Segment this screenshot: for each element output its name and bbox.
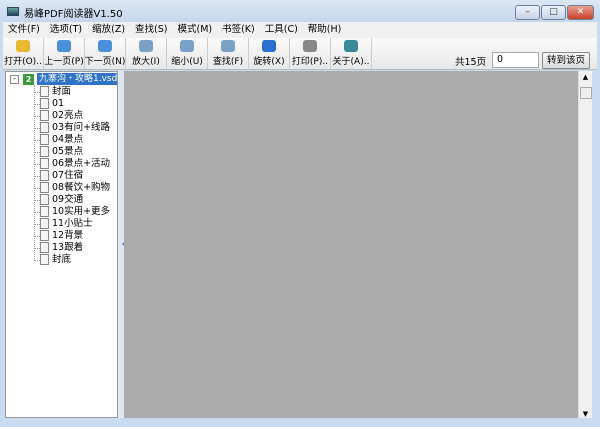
menu-item[interactable]: 缩放(Z) (87, 22, 130, 38)
scroll-thumb[interactable] (580, 87, 592, 99)
scroll-down-icon[interactable]: ▼ (579, 410, 592, 418)
page-icon (40, 134, 49, 145)
toolbar-label: 打开(O).. (4, 57, 42, 67)
page-icon (40, 194, 49, 205)
toolbar-label: 缩小(U) (171, 57, 203, 67)
page-icon (40, 170, 49, 181)
tree-item[interactable]: 08餐饮+购物 (52, 182, 110, 194)
toolbar-button[interactable]: 打印(P).. (290, 38, 331, 69)
menu-item[interactable]: 查找(S) (130, 22, 172, 38)
toolbar-button[interactable]: 查找(F) (208, 38, 249, 69)
arrow-right-icon (98, 40, 112, 52)
close-button[interactable]: ✕ (567, 5, 594, 20)
tree-item[interactable]: 04景点 (52, 134, 83, 146)
zoom-out-icon (180, 40, 194, 52)
scroll-up-icon[interactable]: ▲ (579, 71, 592, 83)
page-icon (40, 242, 49, 253)
document-view[interactable] (124, 71, 579, 418)
about-icon (344, 40, 358, 52)
tree-item[interactable]: 03有问+线路 (52, 122, 110, 134)
menu-item[interactable]: 模式(M) (172, 22, 217, 38)
toolbar-label: 上一页(P) (44, 57, 84, 67)
toolbar-label: 放大(I) (132, 57, 160, 67)
toolbar-label: 查找(F) (212, 57, 244, 67)
toolbar-button[interactable]: 打开(O).. (3, 38, 44, 69)
print-icon (303, 40, 317, 52)
tree-root[interactable]: 九寨沟・攻略1.vsd (37, 73, 117, 85)
window-title: 易峰PDF阅读器V1.50 (24, 9, 123, 20)
toolbar-button[interactable]: 缩小(U) (167, 38, 208, 69)
tree-item[interactable]: 06景点+活动 (52, 158, 110, 170)
toolbar-label: 关于(A).. (332, 57, 370, 67)
vertical-scrollbar[interactable]: ▲ ▼ (578, 71, 592, 418)
page-icon (40, 218, 49, 229)
tree-item[interactable]: 01 (52, 98, 64, 110)
toolbar-button[interactable]: 关于(A).. (331, 38, 372, 69)
page-icon (40, 110, 49, 121)
tree-item[interactable]: 09交通 (52, 194, 83, 206)
bookmark-tree[interactable]: - 2 九寨沟・攻略1.vsd 封面 01 02亮点 03有问+线路 04景点 05景点 0… (5, 71, 118, 418)
collapse-toggle[interactable]: - (10, 75, 19, 84)
go-to-page-button[interactable]: 转到该页 (542, 52, 590, 69)
page-icon (40, 230, 49, 241)
page-icon (40, 122, 49, 133)
page-icon (40, 146, 49, 157)
tree-item[interactable]: 02亮点 (52, 110, 83, 122)
tree-item[interactable]: 10实用+更多 (52, 206, 110, 218)
tree-item[interactable]: 封面 (52, 86, 71, 98)
menu-item[interactable]: 书签(K) (217, 22, 260, 38)
tree-item[interactable]: 05景点 (52, 146, 83, 158)
document-icon: 2 (23, 74, 34, 85)
page-icon (40, 86, 49, 97)
rotate-icon (262, 40, 276, 52)
toolbar-button[interactable]: 旋转(X) (249, 38, 290, 69)
tree-line (34, 85, 35, 261)
menu-bar: 文件(F) 选项(T) 缩放(Z) 查找(S) 模式(M) 书签(K) 工具(C) 帮助(H) (3, 22, 597, 38)
menu-item[interactable]: 文件(F) (3, 22, 45, 38)
open-folder-icon (16, 40, 30, 52)
menu-item[interactable]: 选项(T) (45, 22, 87, 38)
page-count: 共15页 (455, 57, 487, 68)
toolbar-label: 下一页(N) (84, 57, 126, 67)
page-icon (40, 158, 49, 169)
tree-item[interactable]: 07住宿 (52, 170, 83, 182)
page-icon (40, 98, 49, 109)
toolbar-button[interactable]: 下一页(N) (85, 38, 126, 69)
tree-item[interactable]: 11小贴士 (52, 218, 93, 230)
toolbar-button[interactable]: 上一页(P) (44, 38, 85, 69)
tree-item[interactable]: 封底 (52, 254, 71, 266)
toolbar-label: 旋转(X) (253, 57, 285, 67)
tree-item[interactable]: 13跟着 (52, 242, 83, 254)
menu-item[interactable]: 工具(C) (260, 22, 303, 38)
page-icon (40, 206, 49, 217)
page-icon (40, 182, 49, 193)
page-input[interactable]: 0 (492, 52, 539, 68)
arrow-left-icon (57, 40, 71, 52)
menu-item[interactable]: 帮助(H) (303, 22, 347, 38)
app-icon (7, 7, 19, 16)
zoom-in-icon (139, 40, 153, 52)
page-icon (40, 254, 49, 265)
tree-item[interactable]: 12背景 (52, 230, 83, 242)
title-bar: 易峰PDF阅读器V1.50 – □ ✕ (0, 0, 600, 22)
minimize-button[interactable]: – (515, 5, 540, 20)
maximize-button[interactable]: □ (541, 5, 566, 20)
toolbar-button[interactable]: 放大(I) (126, 38, 167, 69)
toolbar-label: 打印(P).. (291, 57, 329, 67)
search-icon (221, 40, 235, 52)
